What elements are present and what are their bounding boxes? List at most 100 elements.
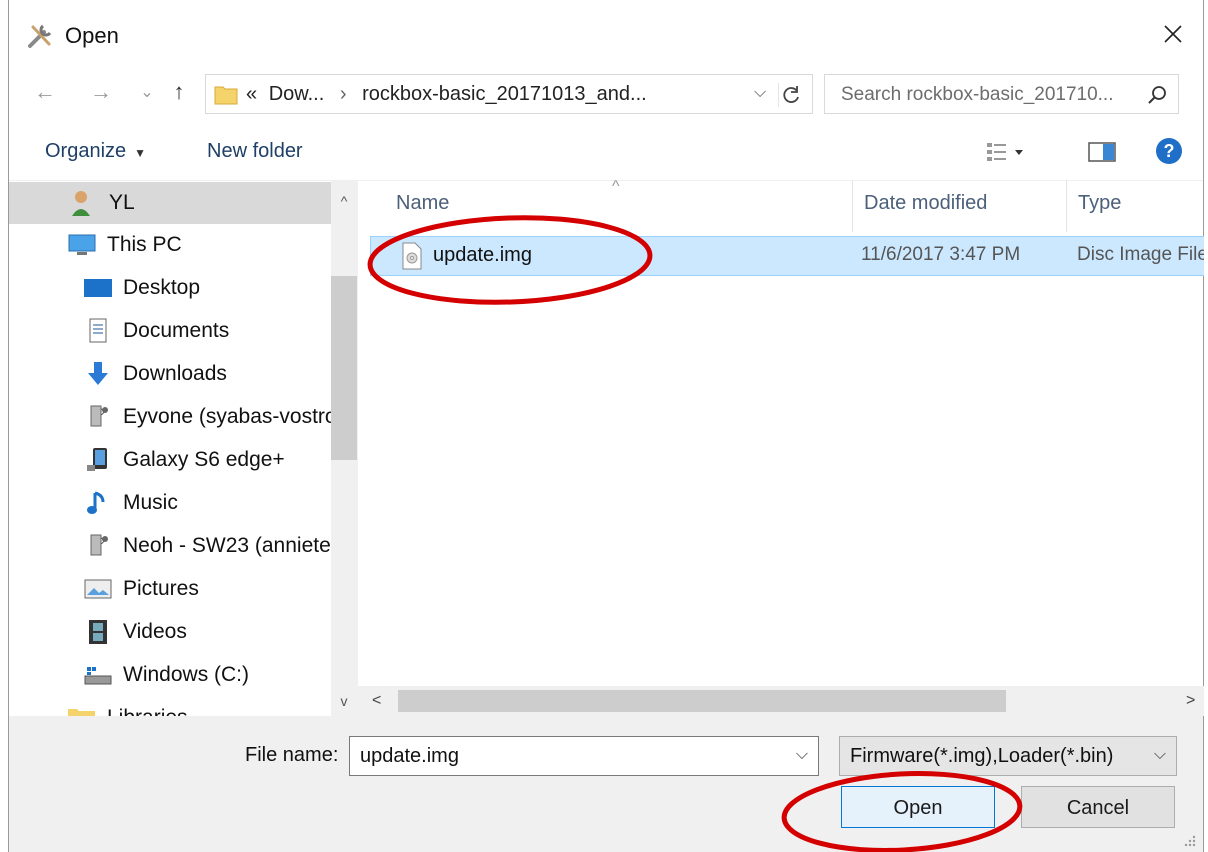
music-icon [87,491,105,514]
navigation-bar: ← → ⌄ ↑ « Dow... › rockbox-basic_2017101… [9,66,1203,122]
pictures-icon [84,579,112,599]
open-file-dialog: Open ← → ⌄ ↑ « Dow... › rockbox-basic_20… [8,0,1204,852]
close-button[interactable] [1153,14,1193,54]
breadcrumb-current-folder[interactable]: rockbox-basic_20171013_and... [362,83,647,105]
sidebar-item-documents[interactable]: Documents [9,310,331,352]
navigation-pane: YL This PC Desktop Documents Downloads E… [9,180,358,716]
downloads-icon [88,362,108,385]
caret-down-icon: ▼ [134,146,147,160]
breadcrumb-downloads[interactable]: Dow... [269,83,325,105]
scroll-up-icon[interactable]: ^ [337,194,351,208]
column-header-date[interactable]: Date modified [864,192,987,215]
tools-icon [28,24,52,48]
sidebar-item-label: YL [109,191,135,214]
address-bar[interactable]: « Dow... › rockbox-basic_20171013_and...… [205,74,813,114]
sidebar-item-galaxy-s6[interactable]: Galaxy S6 edge+ [9,439,331,481]
file-row[interactable]: update.img 11/6/2017 3:47 PM Disc Image … [370,236,1204,276]
search-icon[interactable] [1146,84,1168,106]
sidebar-item-libraries[interactable]: Libraries [9,697,331,716]
bottom-panel: File name: update.img ⌵ Firmware(*.img),… [9,716,1203,852]
search-box[interactable]: Search rockbox-basic_201710... [824,74,1179,114]
network-user-icon [90,534,108,556]
sidebar-item-this-pc[interactable]: This PC [9,224,331,266]
sidebar-item-label: This PC [107,233,182,256]
computer-icon [68,234,96,255]
view-options-icon[interactable] [985,140,1025,164]
sidebar-item-user[interactable]: YL [9,182,331,224]
command-bar: Organize ▼ New folder ? [9,122,1203,181]
sidebar-scrollbar[interactable]: ^ v [331,180,357,716]
column-headers: ^ Name Date modified Type [358,180,1204,232]
sidebar-item-network-eyvone[interactable]: Eyvone (syabas-vostro [9,396,331,438]
sidebar-item-label: Galaxy S6 edge+ [123,448,285,471]
sidebar-item-label: Pictures [123,577,199,600]
file-list-hscrollbar[interactable]: < > [358,686,1204,716]
sidebar-item-label: Documents [123,319,230,342]
file-type-filter[interactable]: Firmware(*.img),Loader(*.bin) ⌵ [839,736,1177,776]
refresh-icon[interactable] [778,83,805,107]
back-button[interactable]: ← [31,78,59,106]
dialog-title: Open [65,23,119,48]
breadcrumb-overflow[interactable]: « [246,83,257,105]
column-header-name[interactable]: Name [396,192,449,215]
sidebar-item-network-neoh[interactable]: Neoh - SW23 (anniete [9,525,331,567]
sidebar-item-label: Windows (C:) [123,663,250,686]
sidebar-item-windows-drive[interactable]: Windows (C:) [9,654,331,696]
sidebar-item-label: Videos [123,620,187,643]
open-button[interactable]: Open [841,786,995,828]
sidebar-item-label: Desktop [123,276,201,299]
chevron-down-icon[interactable]: ⌵ [796,746,808,764]
file-name-value[interactable]: update.img [360,745,459,768]
sidebar-item-label: Music [123,491,178,514]
sidebar-item-label: Neoh - SW23 (anniete [123,534,331,557]
up-button[interactable]: ↑ [165,78,193,106]
search-input[interactable]: Search rockbox-basic_201710... [841,84,1114,106]
desktop-icon [84,279,112,297]
recent-locations-button[interactable]: ⌄ [133,78,161,106]
breadcrumb-separator[interactable]: › [340,83,347,105]
videos-icon [89,620,107,644]
forward-button[interactable]: → [87,78,115,106]
file-name-label: File name: [245,744,339,766]
documents-icon [89,318,107,343]
organize-label: Organize [45,140,127,162]
sidebar-item-pictures[interactable]: Pictures [9,568,331,610]
scroll-down-icon[interactable]: v [337,694,351,708]
column-divider[interactable] [852,180,853,232]
sidebar-item-label: Eyvone (syabas-vostro [123,405,331,428]
file-name-field[interactable]: update.img ⌵ [349,736,819,776]
file-date-cell: 11/6/2017 3:47 PM [861,244,1021,265]
sidebar-item-label: Downloads [123,362,227,385]
sidebar-item-desktop[interactable]: Desktop [9,267,331,309]
sidebar-item-label: Libraries [107,706,188,716]
user-icon [72,191,90,216]
scroll-right-icon[interactable]: > [1186,692,1195,710]
sidebar-item-videos[interactable]: Videos [9,611,331,653]
address-dropdown-icon[interactable]: ⌵ [754,84,774,104]
breadcrumb: « Dow... › rockbox-basic_20171013_and... [246,83,647,106]
sidebar-item-downloads[interactable]: Downloads [9,353,331,395]
new-folder-button[interactable]: New folder [207,140,303,163]
drive-icon [84,667,112,685]
column-divider[interactable] [1066,180,1067,232]
svg-text:?: ? [1164,141,1175,161]
libraries-icon [68,709,95,716]
file-type-filter-value: Firmware(*.img),Loader(*.bin) [850,745,1114,767]
preview-pane-icon[interactable] [1087,140,1117,164]
scroll-left-icon[interactable]: < [372,692,381,710]
sidebar-scroll-thumb[interactable] [331,276,357,460]
file-type-cell: Disc Image File [1077,244,1204,265]
folder-icon [214,86,238,105]
help-icon[interactable]: ? [1155,137,1183,165]
column-header-type[interactable]: Type [1078,192,1121,215]
phone-icon [87,448,107,471]
organize-button[interactable]: Organize ▼ [45,140,146,163]
file-name-cell: update.img [433,244,532,266]
resize-grip-icon[interactable] [1181,832,1197,848]
cancel-button[interactable]: Cancel [1021,786,1175,828]
title-bar: Open [9,0,1203,66]
chevron-down-icon[interactable]: ⌵ [1154,746,1166,764]
hscroll-thumb[interactable] [398,690,1006,712]
sidebar-item-music[interactable]: Music [9,482,331,524]
sort-ascending-icon: ^ [612,180,620,195]
